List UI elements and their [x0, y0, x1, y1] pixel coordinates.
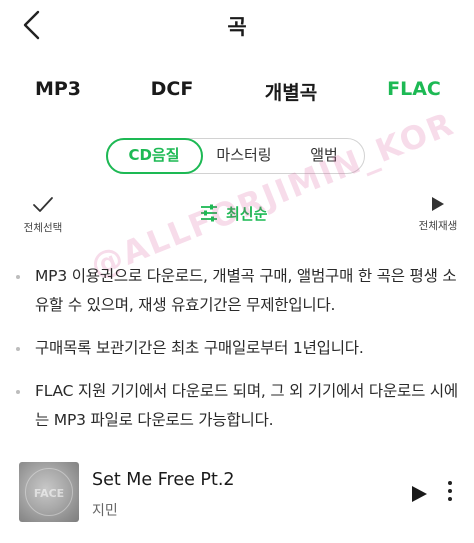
- sort-label: 최신순: [226, 204, 268, 223]
- bullet: [16, 347, 20, 351]
- page-title: 곡: [227, 15, 247, 39]
- play-all-label: 전체재생: [418, 220, 458, 232]
- more-vertical-icon: [446, 481, 454, 501]
- tab-mp3[interactable]: MP3: [35, 78, 81, 100]
- notice-item: MP3 이용권으로 다운로드, 개별곡 구매, 앨범구매 한 곡은 평생 소유할…: [14, 262, 460, 320]
- song-title: Set Me Free Pt.2: [92, 470, 235, 490]
- notice-text: 구매목록 보관기간은 최초 구매일로부터 1년입니다.: [35, 339, 364, 357]
- song-row[interactable]: FACE Set Me Free Pt.2 지민: [0, 462, 474, 528]
- format-tabs: MP3 DCF 개별곡 FLAC: [0, 78, 474, 104]
- notice-text: MP3 이용권으로 다운로드, 개별곡 구매, 앨범구매 한 곡은 평생 소유할…: [35, 267, 457, 314]
- song-play-button[interactable]: [409, 484, 429, 504]
- select-all-label: 전체선택: [23, 222, 63, 234]
- song-artist: 지민: [92, 503, 118, 519]
- bullet: [16, 275, 20, 279]
- bullet: [16, 390, 20, 394]
- segment-mastering[interactable]: 마스터링: [203, 139, 285, 172]
- album-cover: FACE: [19, 462, 79, 522]
- segment-cd-quality[interactable]: CD음질: [107, 139, 201, 172]
- album-cover-logo: FACE: [34, 487, 64, 500]
- notice-item: 구매목록 보관기간은 최초 구매일로부터 1년입니다.: [14, 334, 460, 363]
- play-all-button[interactable]: 전체재생: [404, 196, 472, 233]
- sliders-icon: [201, 204, 217, 222]
- tab-individual-songs[interactable]: 개별곡: [265, 78, 317, 105]
- tab-dcf[interactable]: DCF: [151, 78, 194, 100]
- notice-list: MP3 이용권으로 다운로드, 개별곡 구매, 앨범구매 한 곡은 평생 소유할…: [14, 262, 460, 449]
- play-icon: [432, 197, 444, 211]
- segment-album[interactable]: 앨범: [285, 139, 363, 172]
- quality-segmented-control: CD음질 마스터링 앨범: [105, 137, 365, 174]
- notice-text: FLAC 지원 기기에서 다운로드 되며, 그 외 기기에서 다운로드 시에는 …: [35, 382, 458, 429]
- play-icon: [412, 486, 427, 502]
- notice-item: FLAC 지원 기기에서 다운로드 되며, 그 외 기기에서 다운로드 시에는 …: [14, 377, 460, 435]
- sort-button[interactable]: 최신순: [200, 201, 267, 225]
- song-more-button[interactable]: [446, 481, 454, 507]
- svg-text:FACE: FACE: [34, 487, 64, 500]
- tab-flac[interactable]: FLAC: [387, 78, 441, 100]
- select-all-button[interactable]: 전체선택: [14, 196, 72, 235]
- watermark: @ALLFORJIMIN_KOR: [85, 104, 460, 286]
- checkmark-icon: [33, 197, 53, 212]
